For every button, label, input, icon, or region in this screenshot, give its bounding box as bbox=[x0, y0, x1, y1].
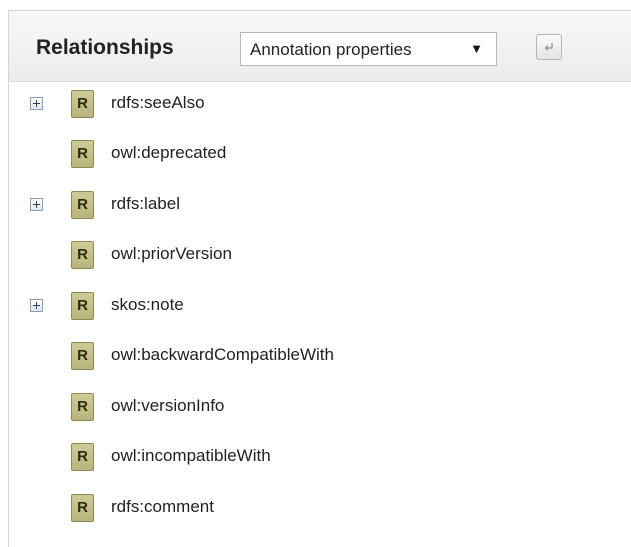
relationship-row[interactable]: Rowl:priorVersion bbox=[9, 238, 631, 274]
chevron-down-icon: ▼ bbox=[470, 41, 483, 56]
relationship-label[interactable]: owl:backwardCompatibleWith bbox=[111, 345, 334, 365]
relationship-badge-icon: R bbox=[71, 140, 94, 168]
relationship-badge-icon: R bbox=[71, 241, 94, 269]
expand-plus-icon[interactable] bbox=[30, 299, 43, 312]
refresh-icon bbox=[544, 43, 553, 51]
relationship-row[interactable]: Rrdfs:comment bbox=[9, 491, 631, 527]
relationship-row[interactable]: Rskos:note bbox=[9, 289, 631, 325]
relationship-label[interactable]: rdfs:comment bbox=[111, 497, 214, 517]
relationship-label[interactable]: rdfs:label bbox=[111, 194, 180, 214]
panel-title: Relationships bbox=[36, 36, 174, 59]
relationship-badge-icon: R bbox=[71, 443, 94, 471]
expand-plus-icon[interactable] bbox=[30, 198, 43, 211]
relationships-panel: Relationships Annotation properties ▼ Rr… bbox=[8, 10, 631, 547]
relationship-label[interactable]: rdfs:seeAlso bbox=[111, 93, 205, 113]
relationship-label[interactable]: owl:incompatibleWith bbox=[111, 446, 271, 466]
relationship-row[interactable]: Rowl:backwardCompatibleWith bbox=[9, 339, 631, 375]
relationship-badge-icon: R bbox=[71, 494, 94, 522]
relationship-row[interactable]: Rrdfs:label bbox=[9, 188, 631, 224]
relationship-label[interactable]: owl:priorVersion bbox=[111, 244, 232, 264]
relationship-badge-icon: R bbox=[71, 342, 94, 370]
relationship-badge-icon: R bbox=[71, 393, 94, 421]
relationship-row[interactable]: Rowl:versionInfo bbox=[9, 390, 631, 426]
expand-plus-icon[interactable] bbox=[30, 97, 43, 110]
relationship-row[interactable]: Rowl:deprecated bbox=[9, 137, 631, 173]
dropdown-selected-value: Annotation properties bbox=[250, 40, 412, 59]
relationship-label[interactable]: owl:deprecated bbox=[111, 143, 226, 163]
relationship-label[interactable]: owl:versionInfo bbox=[111, 396, 224, 416]
panel-header: Relationships Annotation properties ▼ bbox=[9, 11, 631, 82]
relationship-badge-icon: R bbox=[71, 90, 94, 118]
relationship-badge-icon: R bbox=[71, 292, 94, 320]
relationship-badge-icon: R bbox=[71, 191, 94, 219]
relationship-row[interactable]: Rrdfs:seeAlso bbox=[9, 87, 631, 123]
relationship-row[interactable]: Rowl:incompatibleWith bbox=[9, 440, 631, 476]
refresh-button[interactable] bbox=[536, 34, 562, 60]
relationship-type-dropdown[interactable]: Annotation properties ▼ bbox=[240, 32, 497, 66]
relationship-label[interactable]: skos:note bbox=[111, 295, 184, 315]
